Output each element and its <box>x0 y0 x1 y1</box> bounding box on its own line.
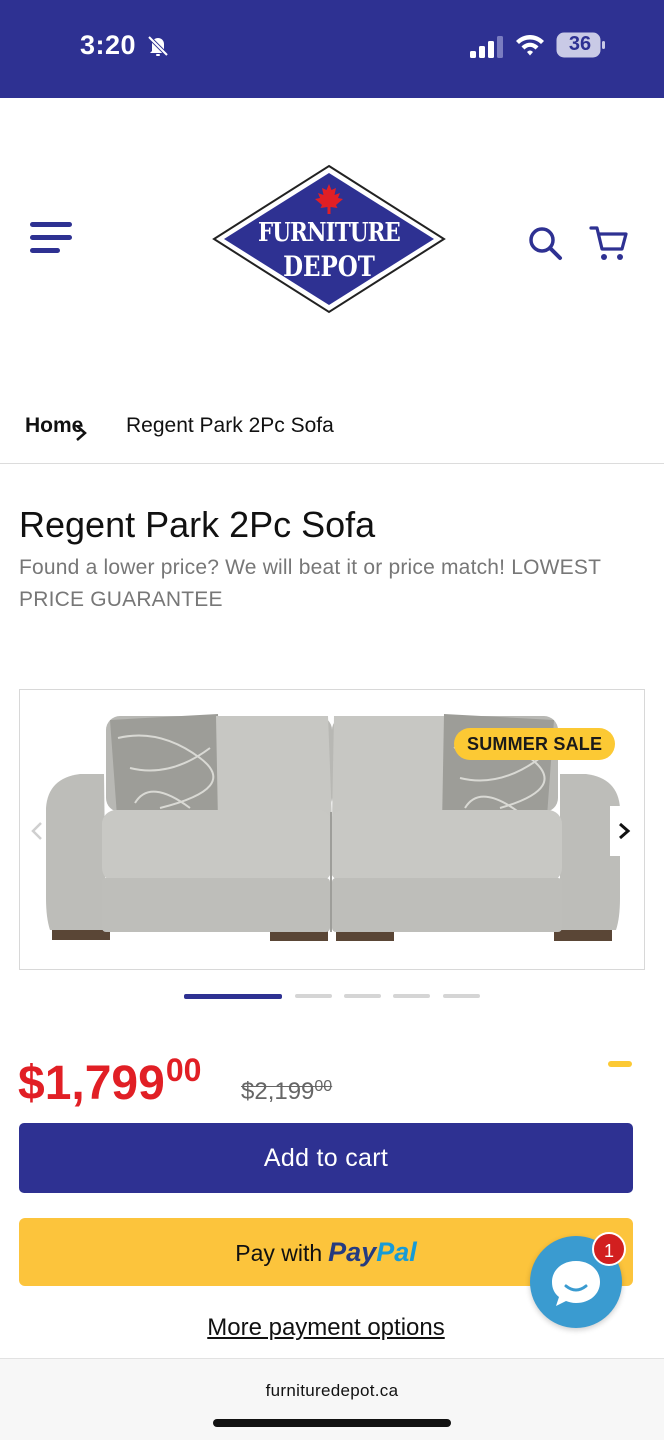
product-image-gallery[interactable]: SUMMER SALE <box>19 689 645 970</box>
search-icon[interactable] <box>526 224 564 262</box>
bell-slash-icon <box>147 35 169 57</box>
chevron-left-icon[interactable] <box>26 816 48 846</box>
home-indicator[interactable] <box>213 1419 451 1427</box>
hamburger-menu-icon[interactable] <box>30 222 72 258</box>
product-page: 3:20 36 FURNITURE DEPOT Home Regent Park… <box>0 0 664 1440</box>
sale-price-main: $1,799 <box>18 1057 165 1110</box>
cart-icon[interactable] <box>588 222 630 264</box>
browser-url-bar[interactable]: furnituredepot.ca <box>0 1358 664 1440</box>
status-time: 3:20 <box>80 30 137 60</box>
original-price-cents: 00 <box>314 1078 333 1095</box>
logo-text-depot: DEPOT <box>283 250 375 283</box>
status-bar: 3:20 36 <box>0 0 664 98</box>
gallery-dot[interactable] <box>184 994 282 999</box>
browser-url: furnituredepot.ca <box>265 1381 399 1400</box>
add-to-cart-button[interactable]: Add to cart <box>19 1123 633 1193</box>
wifi-icon <box>516 35 544 56</box>
battery-level: 36 <box>568 33 592 55</box>
gallery-dot[interactable] <box>443 994 480 998</box>
chat-unread-badge: 1 <box>592 1232 626 1266</box>
price-guarantee-text: Found a lower price? We will beat it or … <box>19 556 601 611</box>
summer-sale-badge: SUMMER SALE <box>454 728 616 760</box>
gallery-pagination <box>184 994 484 1000</box>
paypal-logo-pay: Pay <box>328 1237 377 1267</box>
sale-price: $1,79900 <box>18 1052 201 1111</box>
gallery-dot[interactable] <box>295 994 332 998</box>
product-title: Regent Park 2Pc Sofa <box>19 504 376 545</box>
breadcrumb-current: Regent Park 2Pc Sofa <box>126 414 334 437</box>
original-price-main: $2,199 <box>241 1078 315 1105</box>
logo-text-furniture: FURNITURE <box>258 218 401 248</box>
chevron-right-icon[interactable] <box>610 806 644 856</box>
gallery-dot[interactable] <box>344 994 381 998</box>
accent-dash <box>608 1061 632 1067</box>
signal-icon <box>470 36 503 58</box>
furniture-depot-logo[interactable]: FURNITURE DEPOT <box>212 164 446 314</box>
original-price: $2,19900 <box>241 1078 332 1106</box>
gallery-dot[interactable] <box>393 994 430 998</box>
paypal-logo-pal: Pal <box>376 1237 417 1267</box>
paypal-pay-with-label: Pay with <box>235 1240 323 1266</box>
site-header: FURNITURE DEPOT <box>0 98 664 388</box>
chevron-right-icon <box>76 425 87 441</box>
breadcrumb: Home Regent Park 2Pc Sofa <box>0 388 664 464</box>
sale-price-cents: 00 <box>165 1052 202 1088</box>
